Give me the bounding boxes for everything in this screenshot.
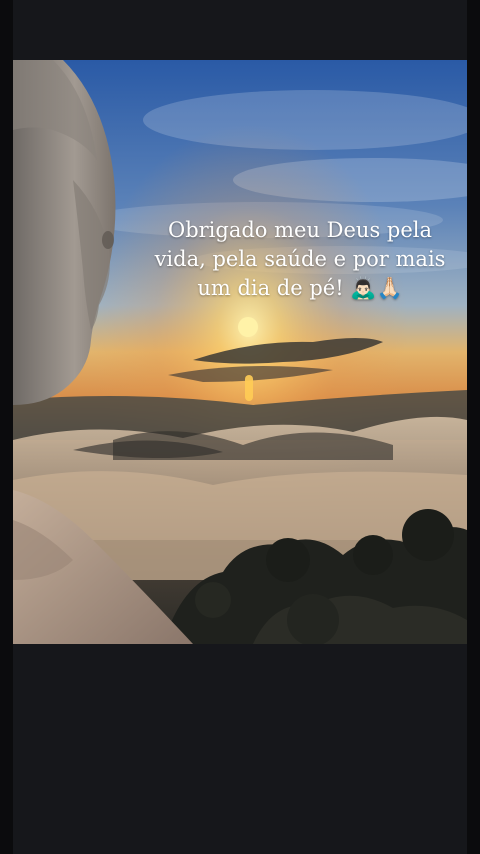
christ-redeemer-sunrise-image	[13, 60, 467, 644]
left-letterbox	[0, 0, 13, 854]
right-letterbox	[467, 0, 480, 854]
sunrise-photo	[13, 60, 467, 644]
story-frame: Obrigado meu Deus pela vida, pela saúde …	[0, 0, 480, 854]
story-caption: Obrigado meu Deus pela vida, pela saúde …	[154, 218, 446, 300]
